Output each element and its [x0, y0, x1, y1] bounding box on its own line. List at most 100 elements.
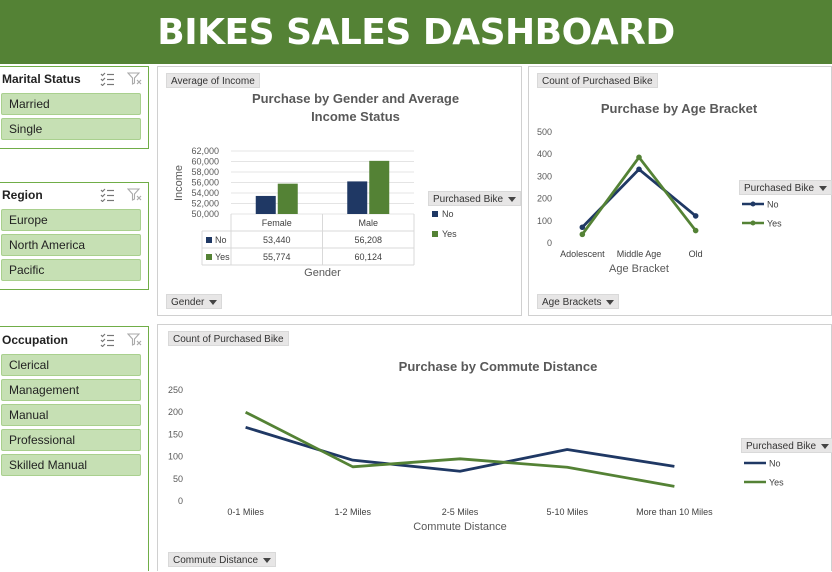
legend-key-no	[206, 237, 212, 243]
multi-select-icon[interactable]	[100, 187, 115, 202]
dropdown-caret-icon	[606, 299, 615, 305]
x-tick-label: More than 10 Miles	[636, 507, 713, 517]
y-tick-label: 100	[168, 452, 183, 462]
legend-field-button[interactable]: Purchased Bike	[739, 180, 832, 195]
legend-key-yes	[206, 254, 212, 260]
legend-label-no: No	[442, 209, 454, 219]
x-axis-label: Commute Distance	[413, 521, 507, 533]
slicer-header: Region	[0, 183, 148, 207]
y-tick-label: 52,000	[191, 199, 219, 209]
clear-filter-icon[interactable]	[127, 71, 142, 86]
y-tick-label: 400	[537, 149, 552, 159]
slicer-item-married[interactable]: Married	[1, 93, 141, 115]
data-point-no	[692, 213, 699, 219]
x-tick-label: 0-1 Miles	[227, 507, 264, 517]
legend-key-no	[432, 211, 438, 217]
chart-panel-commute-distance[interactable]: Count of Purchased Bike Purchase by Comm…	[157, 324, 832, 571]
data-label: 60,124	[354, 252, 382, 262]
slicer-header: Marital Status	[0, 67, 148, 91]
clear-filter-icon[interactable]	[127, 187, 142, 202]
data-point-no	[636, 166, 642, 173]
y-tick-label: 100	[537, 216, 552, 226]
series-line-no	[245, 425, 675, 473]
axis-field-button[interactable]: Gender	[166, 294, 223, 309]
slicer-item-management[interactable]: Management	[1, 379, 141, 401]
series-line-yes	[244, 410, 675, 488]
bar-yes-female	[277, 183, 298, 214]
slicer-title: Region	[2, 188, 43, 202]
multi-select-icon[interactable]	[100, 332, 115, 347]
slicer-item-single[interactable]: Single	[1, 118, 141, 140]
y-tick-label: 500	[537, 127, 552, 137]
dropdown-caret-icon	[819, 185, 828, 191]
table-series-label: No	[215, 235, 227, 245]
y-tick-label: 54,000	[191, 188, 219, 198]
x-axis-label: Age Bracket	[609, 263, 669, 275]
axis-field-button[interactable]: Age Brackets	[537, 294, 620, 309]
y-tick-label: 58,000	[191, 167, 219, 177]
slicer-occupation: Occupation Clerical Management Manual Pr…	[0, 326, 149, 571]
table-header-cell: Female	[262, 218, 292, 228]
data-point-yes	[579, 231, 586, 238]
x-tick-label: Old	[689, 249, 703, 259]
dropdown-caret-icon	[821, 443, 830, 449]
x-axis-label: Gender	[304, 267, 341, 279]
y-tick-label: 62,000	[191, 146, 219, 156]
slicer-item-north-america[interactable]: North America	[1, 234, 141, 256]
slicer-title: Occupation	[2, 333, 69, 347]
y-tick-label: 300	[537, 171, 552, 181]
dropdown-caret-icon	[263, 557, 272, 563]
legend-marker-no	[750, 201, 756, 207]
slicer-header: Occupation	[0, 328, 148, 352]
legend-marker-yes	[750, 220, 756, 226]
chart-panel-gender-income[interactable]: Average of Income Purchase by Gender and…	[157, 66, 522, 316]
data-point-no	[579, 224, 586, 231]
slicer-item-professional[interactable]: Professional	[1, 429, 141, 451]
legend-label-yes: Yes	[767, 219, 782, 229]
legend-key-yes	[432, 231, 438, 237]
y-tick-label: 60,000	[191, 157, 219, 167]
legend-label-no: No	[767, 200, 779, 210]
dropdown-caret-icon	[508, 196, 517, 202]
slicer-item-manual[interactable]: Manual	[1, 404, 141, 426]
slicer-item-skilled-manual[interactable]: Skilled Manual	[1, 454, 141, 476]
slicer-region: Region Europe North America Pacific	[0, 182, 149, 290]
slicer-item-clerical[interactable]: Clerical	[1, 354, 141, 376]
legend-label-yes: Yes	[769, 478, 784, 488]
y-tick-label: 150	[168, 429, 183, 439]
chart-commute-distance-plot: 250 200 150 100 50 0 0-1 Miles 1-2 Miles 2-5 Mil…	[168, 385, 784, 533]
y-tick-label: 200	[537, 194, 552, 204]
y-tick-label: 50,000	[191, 209, 219, 219]
slicer-item-pacific[interactable]: Pacific	[1, 259, 141, 281]
dashboard-banner: BIKES SALES DASHBOARD	[0, 0, 832, 64]
series-line-no	[581, 167, 697, 229]
data-label: 56,208	[354, 235, 382, 245]
slicer-title: Marital Status	[2, 72, 81, 86]
bar-yes-male	[369, 160, 390, 214]
chart-panel-age-bracket[interactable]: Count of Purchased Bike Purchase by Age …	[528, 66, 832, 316]
legend-field-button[interactable]: Purchased Bike	[741, 438, 832, 453]
y-tick-label: 50	[173, 474, 183, 484]
x-tick-label: 1-2 Miles	[335, 507, 372, 517]
slicer-item-europe[interactable]: Europe	[1, 209, 141, 231]
bar-no-female	[255, 195, 276, 214]
y-tick-label: 200	[168, 407, 183, 417]
dashboard-title: BIKES SALES DASHBOARD	[157, 11, 675, 53]
slicer-marital-status: Marital Status Married Single	[0, 66, 149, 149]
legend-field-button[interactable]: Purchased Bike	[428, 191, 522, 206]
legend-label-no: No	[769, 459, 781, 469]
data-label: 53,440	[263, 235, 291, 245]
multi-select-icon[interactable]	[100, 71, 115, 86]
y-tick-label: 56,000	[191, 178, 219, 188]
table-series-label: Yes	[215, 252, 230, 262]
x-tick-label: 5-10 Miles	[546, 507, 588, 517]
bar-no-male	[347, 181, 368, 214]
dropdown-caret-icon	[209, 299, 218, 305]
x-tick-label: Adolescent	[560, 249, 605, 259]
legend-label-yes: Yes	[442, 229, 457, 239]
clear-filter-icon[interactable]	[127, 332, 142, 347]
x-tick-label: Middle Age	[617, 249, 662, 259]
y-tick-label: 0	[178, 496, 183, 506]
y-axis-label: Income	[173, 165, 185, 201]
axis-field-button[interactable]: Commute Distance	[168, 552, 277, 567]
